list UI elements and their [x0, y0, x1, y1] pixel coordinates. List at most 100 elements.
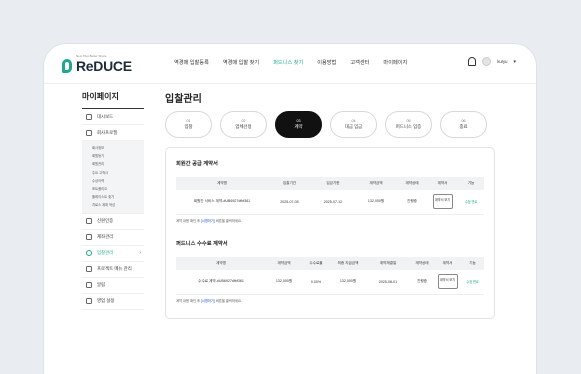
step-vendor-select[interactable]: 02 업체선정 — [220, 111, 267, 138]
fee-contract-title: 퍼드니스 수수료 계약서 — [176, 241, 228, 247]
gear-icon — [86, 298, 92, 304]
sign-link[interactable]: [서명하기] — [201, 219, 215, 223]
step-end[interactable]: 06 종료 — [440, 111, 487, 138]
supply-contract-table: 계약명 입찰기간 입금기한 계약금액 계약상태 계약서 기능 회원간 서비스 계… — [176, 177, 484, 215]
chevron-down-icon[interactable]: ▾ — [513, 59, 516, 65]
sign-link[interactable]: [서명하기] — [201, 299, 215, 303]
view-contract-button[interactable]: 계약서 보기 — [432, 194, 453, 210]
sidebar-item-label: 회사프로필 — [97, 129, 118, 135]
bell-icon[interactable] — [468, 57, 477, 66]
sidebar-item-project-menu[interactable]: 프로젝트 메뉴 관리 — [82, 262, 144, 278]
step-label: 종료 — [459, 124, 468, 130]
contract-cell: 계약서 보기 — [427, 190, 458, 215]
sidebar-sub-item[interactable]: 포트폴리오 — [82, 185, 144, 193]
shield-icon — [86, 218, 92, 224]
sidebar-sub-item[interactable]: 수상이력 — [82, 177, 144, 185]
sidebar-item-label: 영업 설정 — [97, 298, 115, 303]
fee-contract-table: 계약명 계약금액 수수료율 최종 지급금액 계약체결일 계약상태 계약서 기능 … — [176, 257, 484, 295]
contract-name: 회원간 서비스 계약-#UB6927dfbf361 — [176, 190, 268, 215]
sidebar-item-company-profile[interactable]: 회사프로필 — [82, 125, 144, 141]
supply-contract-title: 회원간 공급 계약서 — [176, 161, 218, 167]
table-row: 수수료 계약-#UB6927dfbf361 132,000원 0.00% 132… — [176, 270, 484, 295]
nav-item-mypage[interactable]: 마이페이지 — [383, 59, 407, 66]
fee-rate: 0.00% — [302, 270, 330, 295]
contract-card: 회원간 공급 계약서 계약명 입찰기간 입금기한 계약금액 계약상태 계약서 기… — [165, 147, 495, 319]
sidebar-sub-item[interactable]: 회원관리 — [82, 160, 144, 168]
sidebar-item-label: 알림 — [97, 282, 106, 287]
sidebar-item-account[interactable]: 계좌관리 — [82, 230, 144, 246]
sidebar-sub-item[interactable]: 회사정보 — [82, 144, 144, 152]
table-header-row: 계약명 입찰기간 입금기한 계약금액 계약상태 계약서 기능 — [176, 177, 484, 190]
logo-text: ReDUCE — [76, 58, 132, 74]
column-header: 계약상태 — [397, 177, 427, 190]
note-text: 버튼을 클릭하세요. — [214, 299, 242, 303]
sidebar-sub-item[interactable]: 치료스 계획 작성 — [82, 201, 144, 209]
sidebar-sub-item[interactable]: 회원등기 — [82, 152, 144, 160]
sidebar-title: 마이페이지 — [82, 91, 144, 109]
nav-item-partner-find[interactable]: 퍼드니스 찾기 — [273, 59, 303, 66]
sidebar-item-label: 신원인증 — [97, 218, 114, 223]
sidebar-sub-item[interactable]: 주요 고객사 — [82, 169, 144, 177]
actions-cell: 수정 변로 — [458, 190, 484, 215]
menu-icon — [86, 266, 92, 272]
sidebar-item-identity[interactable]: 신원인증 — [82, 214, 144, 230]
column-header: 입금기한 — [311, 177, 355, 190]
contract-status: 진행중 — [397, 190, 427, 215]
column-header: 기능 — [461, 257, 484, 270]
column-header: 계약금액 — [266, 257, 302, 270]
column-header: 계약명 — [176, 177, 268, 190]
nav-item-reverse-bid-register[interactable]: 역경매 입찰등록 — [174, 59, 209, 66]
column-header: 입찰기간 — [268, 177, 311, 190]
nav-item-support[interactable]: 고객센터 — [350, 59, 369, 66]
bid-period: 2025-07-05 — [268, 190, 311, 215]
doc-icon — [86, 129, 92, 136]
bid-icon — [86, 250, 92, 256]
step-payment[interactable]: 04 대금 입금 — [330, 111, 377, 138]
header: Next Plus Better Share ReDUCE 역경매 입찰등록 역… — [44, 44, 536, 84]
step-contract[interactable]: 03 계약 — [275, 111, 322, 138]
column-header: 계약금액 — [355, 177, 397, 190]
step-label: 퍼드니스 입증 — [395, 124, 422, 130]
sidebar-item-bid-management[interactable]: 입찰관리 › — [82, 246, 144, 262]
sidebar-item-alarm[interactable]: 알림 — [82, 278, 144, 294]
nav-item-reverse-bid-find[interactable]: 역경매 입찰 찾기 — [223, 59, 259, 66]
edit-link[interactable]: 수정 변로 — [466, 280, 479, 284]
step-label: 입찰 — [184, 124, 193, 130]
step-proof[interactable]: 05 퍼드니스 입증 — [385, 111, 432, 138]
sidebar-sub-item[interactable]: 플레이스트 찾기 — [82, 193, 144, 201]
sidebar-item-dashboard[interactable]: 대시보드 — [82, 109, 144, 125]
contract-name: 수수료 계약-#UB6927dfbf361 — [176, 270, 266, 295]
step-bid[interactable]: 01 입찰 — [165, 111, 212, 138]
bell-icon — [86, 282, 92, 288]
actions-cell: 수정 변로 — [461, 270, 484, 295]
sidebar-item-sales-settings[interactable]: 영업 설정 — [82, 294, 144, 310]
contract-status: 진행중 — [410, 270, 434, 295]
column-header: 기능 — [458, 177, 484, 190]
contract-amount: 132,000원 — [266, 270, 302, 295]
page-title: 입찰관리 — [165, 94, 202, 105]
column-header: 최종 지급금액 — [330, 257, 366, 270]
edit-link[interactable]: 수정 변로 — [465, 200, 478, 204]
step-label: 대금 입금 — [344, 124, 363, 130]
column-header: 계약상태 — [410, 257, 434, 270]
step-tabs: 01 입찰 02 업체선정 03 계약 04 대금 입금 05 퍼드니스 입증 … — [165, 111, 487, 138]
column-header: 계약명 — [176, 257, 266, 270]
fee-note: 계약 내용 확인 후 [서명하기] 버튼을 클릭하세요. — [176, 298, 242, 303]
note-text: 계약 내용 확인 후 — [176, 219, 201, 223]
sidebar-item-label: 대시보드 — [97, 113, 114, 119]
view-contract-button[interactable]: 계약서 보기 — [437, 274, 458, 290]
main-content: 입찰관리 01 입찰 02 업체선정 03 계약 04 대금 입금 05 퍼드니… — [165, 90, 505, 319]
contract-cell: 계약서 보기 — [434, 270, 461, 295]
column-header: 계약서 — [434, 257, 461, 270]
reduce-logo-icon — [62, 59, 72, 73]
avatar[interactable] — [482, 57, 492, 66]
user-name[interactable]: kuryu — [497, 59, 507, 64]
bank-icon — [86, 234, 92, 240]
final-amount: 132,000원 — [330, 270, 366, 295]
table-header-row: 계약명 계약금액 수수료율 최종 지급금액 계약체결일 계약상태 계약서 기능 — [176, 257, 484, 270]
column-header: 수수료율 — [302, 257, 330, 270]
header-user-area: kuryu ▾ — [468, 57, 516, 66]
logo[interactable]: Next Plus Better Share ReDUCE — [62, 54, 132, 76]
contract-date: 2025-08-01 — [366, 270, 410, 295]
nav-item-how-to-use[interactable]: 이용방법 — [317, 59, 336, 66]
